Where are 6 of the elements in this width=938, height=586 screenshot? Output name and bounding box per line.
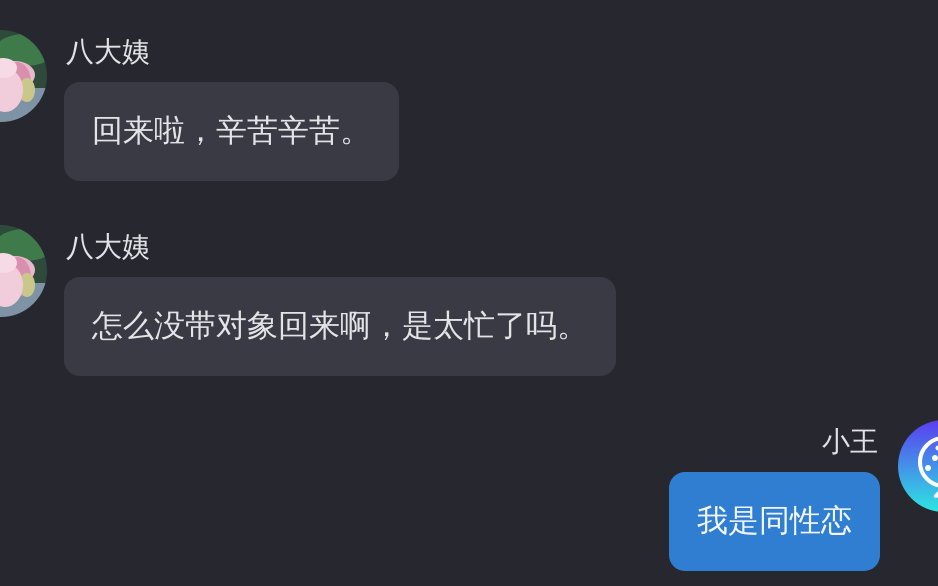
sender-name: 八大姨 <box>66 229 150 265</box>
sender-name: 八大姨 <box>66 34 150 70</box>
message-bubble: 回来啦，辛苦辛苦。 <box>64 82 399 181</box>
sender-name: 小王 <box>822 424 878 460</box>
message-bubble: 怎么没带对象回来啊，是太忙了吗。 <box>64 277 616 376</box>
message-bubble: 我是同性恋 <box>669 472 880 571</box>
